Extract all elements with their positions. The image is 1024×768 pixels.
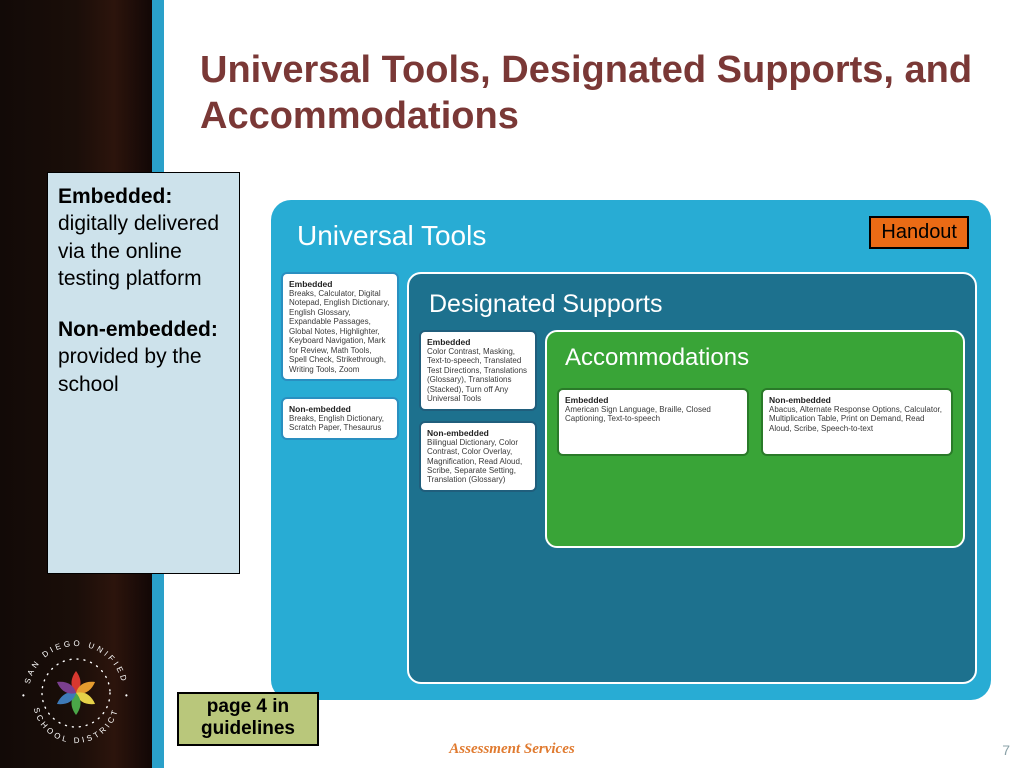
definition-embedded-body: digitally delivered via the online testi…	[58, 212, 219, 290]
acc-embedded-body: American Sign Language, Braille, Closed …	[565, 405, 741, 424]
ds-nonembedded-card: Non-embedded Bilingual Dictionary, Color…	[419, 421, 537, 492]
accommodations-box: Accommodations Embedded American Sign La…	[545, 330, 965, 548]
designated-supports-label: Designated Supports	[429, 290, 961, 319]
designated-supports-box: Designated Supports Embedded Color Contr…	[407, 272, 977, 684]
page-reference-note: page 4 in guidelines	[177, 692, 319, 746]
accommodations-cards: Embedded American Sign Language, Braille…	[557, 388, 953, 456]
ds-nonembedded-title: Non-embedded	[427, 428, 529, 438]
footer-assessment-label: Assessment Services	[0, 741, 1024, 758]
nested-diagram-universal-tools: Handout Universal Tools Embedded Breaks,…	[271, 200, 991, 700]
svg-text:•: •	[125, 691, 128, 700]
svg-text:•: •	[22, 691, 25, 700]
ut-embedded-card: Embedded Breaks, Calculator, Digital Not…	[281, 272, 399, 381]
ut-nonembedded-title: Non-embedded	[289, 404, 391, 414]
acc-nonembedded-title: Non-embedded	[769, 395, 945, 405]
ds-embedded-title: Embedded	[427, 337, 529, 347]
ds-embedded-card: Embedded Color Contrast, Masking, Text-t…	[419, 330, 537, 411]
page-number: 7	[1002, 742, 1010, 758]
page-reference-line1: page 4 in	[207, 696, 289, 717]
definition-embedded: Embedded: digitally delivered via the on…	[58, 183, 229, 292]
ut-nonembedded-card: Non-embedded Breaks, English Dictionary,…	[281, 397, 399, 440]
definition-nonembedded-heading: Non-embedded:	[58, 318, 218, 341]
accommodations-label: Accommodations	[565, 344, 951, 372]
acc-embedded-card: Embedded American Sign Language, Braille…	[557, 388, 749, 456]
acc-embedded-title: Embedded	[565, 395, 741, 405]
definition-embedded-heading: Embedded:	[58, 185, 172, 208]
slide-title: Universal Tools, Designated Supports, an…	[200, 48, 1024, 139]
ut-nonembedded-body: Breaks, English Dictionary, Scratch Pape…	[289, 414, 391, 433]
district-logo: SAN DIEGO UNIFIED SCHOOL DISTRICT • •	[10, 632, 142, 754]
handout-badge: Handout	[869, 216, 969, 249]
universal-tools-cards: Embedded Breaks, Calculator, Digital Not…	[281, 272, 399, 440]
acc-nonembedded-card: Non-embedded Abacus, Alternate Response …	[761, 388, 953, 456]
page-reference-line2: guidelines	[201, 718, 295, 739]
district-logo-svg: SAN DIEGO UNIFIED SCHOOL DISTRICT • •	[11, 628, 141, 758]
definition-nonembedded-body: provided by the school	[58, 345, 202, 395]
designated-supports-cards: Embedded Color Contrast, Masking, Text-t…	[419, 330, 537, 492]
ut-embedded-body: Breaks, Calculator, Digital Notepad, Eng…	[289, 289, 391, 374]
acc-nonembedded-body: Abacus, Alternate Response Options, Calc…	[769, 405, 945, 433]
ut-embedded-title: Embedded	[289, 279, 391, 289]
ds-nonembedded-body: Bilingual Dictionary, Color Contrast, Co…	[427, 438, 529, 485]
definition-nonembedded: Non-embedded: provided by the school	[58, 316, 229, 398]
definitions-callout: Embedded: digitally delivered via the on…	[47, 172, 240, 574]
ds-embedded-body: Color Contrast, Masking, Text-to-speech,…	[427, 347, 529, 404]
